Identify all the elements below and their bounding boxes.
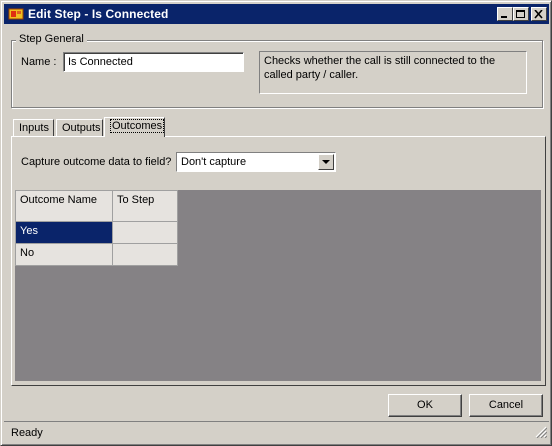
tab-inputs-label: Inputs: [19, 122, 49, 134]
dropdown-button[interactable]: [318, 154, 334, 170]
table-row[interactable]: Yes: [15, 221, 178, 244]
table-row[interactable]: No: [15, 243, 178, 266]
outcome-cell[interactable]: No: [15, 243, 113, 266]
step-description: Checks whether the call is still connect…: [259, 51, 527, 94]
tab-inputs[interactable]: Inputs: [13, 119, 54, 137]
edit-step-window: Edit Step - Is Connected Step General Na…: [0, 0, 552, 446]
outcomes-grid[interactable]: Outcome Name To Step Yes No: [15, 190, 541, 381]
name-input[interactable]: Is Connected: [63, 52, 244, 72]
column-header-to-step[interactable]: To Step: [112, 190, 178, 222]
status-text: Ready: [11, 427, 43, 439]
minimize-button[interactable]: [497, 7, 513, 21]
tab-outputs-label: Outputs: [62, 122, 101, 134]
capture-field-select[interactable]: Don't capture: [176, 152, 336, 172]
name-label: Name :: [21, 56, 57, 68]
maximize-button[interactable]: [513, 7, 529, 21]
minimize-icon: [501, 16, 507, 18]
capture-field-value: Don't capture: [181, 156, 247, 168]
to-step-cell[interactable]: [112, 243, 178, 266]
tab-outcomes-label: Outcomes: [110, 119, 165, 133]
ok-button[interactable]: OK: [388, 394, 462, 417]
to-step-cell[interactable]: [112, 221, 178, 244]
chevron-down-icon: [322, 160, 330, 164]
cancel-button[interactable]: Cancel: [469, 394, 543, 417]
tab-outputs[interactable]: Outputs: [56, 119, 103, 137]
app-icon: [8, 7, 24, 21]
window-title: Edit Step - Is Connected: [28, 7, 169, 21]
column-header-outcome-name[interactable]: Outcome Name: [15, 190, 113, 222]
step-general-legend: Step General: [16, 33, 87, 45]
resize-grip-icon[interactable]: [535, 426, 548, 441]
close-icon: [534, 10, 543, 19]
tab-outcomes[interactable]: Outcomes: [104, 117, 165, 137]
title-bar[interactable]: Edit Step - Is Connected: [4, 4, 549, 24]
outcome-cell[interactable]: Yes: [15, 221, 113, 244]
close-button[interactable]: [531, 7, 547, 21]
maximize-icon: [516, 10, 525, 18]
capture-outcome-label: Capture outcome data to field?: [21, 156, 172, 168]
status-bar: Ready: [4, 421, 549, 443]
